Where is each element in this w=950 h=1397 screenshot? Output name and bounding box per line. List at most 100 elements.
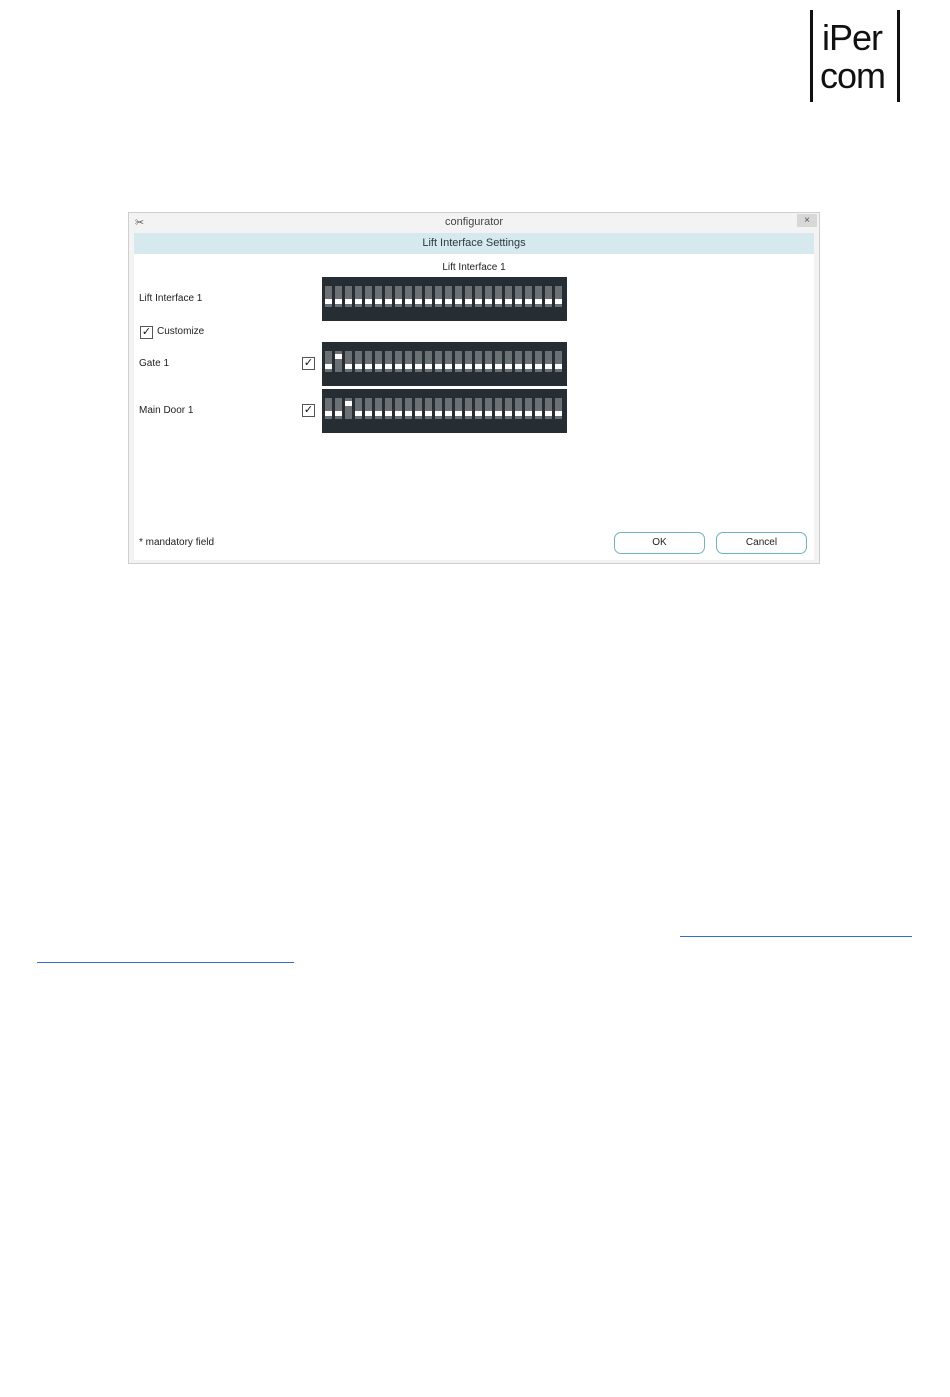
dip-switch-18[interactable]: [495, 286, 502, 307]
dip-switch-5[interactable]: [365, 286, 372, 307]
dip-switch-8[interactable]: [395, 286, 402, 307]
dip-switch-17[interactable]: [485, 398, 492, 419]
dip-switch-10[interactable]: [415, 351, 422, 372]
dip-switch-14[interactable]: [455, 351, 462, 372]
dip-switch-19[interactable]: [505, 286, 512, 307]
switch-knob-off: [475, 364, 482, 369]
dip-switch-9[interactable]: [405, 351, 412, 372]
dip-switch-13[interactable]: [445, 286, 452, 307]
switch-knob-off: [425, 364, 432, 369]
switch-knob-off: [365, 411, 372, 416]
switch-knob-off: [485, 364, 492, 369]
dip-switch-16[interactable]: [475, 286, 482, 307]
switch-knob-off: [555, 364, 562, 369]
mandatory-note: * mandatory field: [139, 537, 215, 548]
dip-switch-12[interactable]: [435, 286, 442, 307]
dip-switch-10[interactable]: [415, 286, 422, 307]
switch-knob-off: [555, 411, 562, 416]
dip-switch-20[interactable]: [515, 398, 522, 419]
dip-switch-16[interactable]: [475, 398, 482, 419]
dip-switch-24[interactable]: [555, 351, 562, 372]
switch-knob-off: [325, 299, 332, 304]
dip-switch-19[interactable]: [505, 351, 512, 372]
main-door-checkbox[interactable]: ✓: [302, 404, 315, 417]
dip-switch-11[interactable]: [425, 398, 432, 419]
dip-switch-8[interactable]: [395, 398, 402, 419]
dip-switch-24[interactable]: [555, 398, 562, 419]
dip-switch-1[interactable]: [325, 398, 332, 419]
switch-knob-off: [355, 411, 362, 416]
dip-switch-16[interactable]: [475, 351, 482, 372]
cancel-button[interactable]: Cancel: [716, 532, 807, 554]
dip-switch-21[interactable]: [525, 351, 532, 372]
dip-switch-2[interactable]: [335, 398, 342, 419]
dip-switch-11[interactable]: [425, 286, 432, 307]
dip-switch-14[interactable]: [455, 398, 462, 419]
dip-switch-4[interactable]: [355, 398, 362, 419]
dip-switch-12[interactable]: [435, 351, 442, 372]
dip-switch-17[interactable]: [485, 351, 492, 372]
close-icon[interactable]: ×: [797, 214, 817, 227]
customize-checkbox[interactable]: ✓: [140, 326, 153, 339]
dip-switch-1[interactable]: [325, 286, 332, 307]
dip-switch-9[interactable]: [405, 286, 412, 307]
dip-switch-11[interactable]: [425, 351, 432, 372]
dip-switch-4[interactable]: [355, 351, 362, 372]
dip-switch-23[interactable]: [545, 351, 552, 372]
dip-switch-2[interactable]: [335, 286, 342, 307]
dip-switch-6[interactable]: [375, 286, 382, 307]
main-door-dip-switch[interactable]: [322, 389, 567, 433]
dip-switch-13[interactable]: [445, 351, 452, 372]
dip-switch-18[interactable]: [495, 398, 502, 419]
switch-knob-off: [535, 364, 542, 369]
dip-switch-3[interactable]: [345, 286, 352, 307]
dip-switch-17[interactable]: [485, 286, 492, 307]
hyperlink-underline[interactable]: [680, 936, 912, 937]
dip-switch-12[interactable]: [435, 398, 442, 419]
dip-switch-20[interactable]: [515, 286, 522, 307]
dip-switch-21[interactable]: [525, 286, 532, 307]
gate-dip-switch[interactable]: [322, 342, 567, 386]
dip-switch-5[interactable]: [365, 351, 372, 372]
dip-switch-21[interactable]: [525, 398, 532, 419]
ok-button[interactable]: OK: [614, 532, 705, 554]
dip-switch-15[interactable]: [465, 286, 472, 307]
gate-checkbox[interactable]: ✓: [302, 357, 315, 370]
switch-knob-off: [385, 299, 392, 304]
dip-switch-20[interactable]: [515, 351, 522, 372]
dip-switch-7[interactable]: [385, 351, 392, 372]
dip-switch-15[interactable]: [465, 351, 472, 372]
dip-switch-18[interactable]: [495, 351, 502, 372]
dip-switch-7[interactable]: [385, 286, 392, 307]
hyperlink-underline-continued[interactable]: [37, 962, 294, 963]
dip-switch-3[interactable]: [345, 398, 352, 419]
switch-knob-off: [415, 411, 422, 416]
dip-switch-23[interactable]: [545, 398, 552, 419]
dip-switch-8[interactable]: [395, 351, 402, 372]
dip-switch-22[interactable]: [535, 398, 542, 419]
dip-switch-5[interactable]: [365, 398, 372, 419]
dip-switch-15[interactable]: [465, 398, 472, 419]
dip-switch-22[interactable]: [535, 286, 542, 307]
lift-interface-dip-switch[interactable]: [322, 277, 567, 321]
switch-knob-off: [405, 411, 412, 416]
dip-switch-22[interactable]: [535, 351, 542, 372]
dip-switch-2[interactable]: [335, 351, 342, 372]
dip-switch-23[interactable]: [545, 286, 552, 307]
switch-knob-off: [415, 364, 422, 369]
dip-switch-4[interactable]: [355, 286, 362, 307]
dip-switch-14[interactable]: [455, 286, 462, 307]
dip-switch-9[interactable]: [405, 398, 412, 419]
dip-switch-3[interactable]: [345, 351, 352, 372]
dip-switch-6[interactable]: [375, 351, 382, 372]
dip-switch-10[interactable]: [415, 398, 422, 419]
switch-knob-off: [525, 364, 532, 369]
dip-switch-6[interactable]: [375, 398, 382, 419]
switch-knob-off: [555, 299, 562, 304]
dip-switch-7[interactable]: [385, 398, 392, 419]
dip-switch-19[interactable]: [505, 398, 512, 419]
switch-knob-off: [465, 299, 472, 304]
dip-switch-13[interactable]: [445, 398, 452, 419]
dip-switch-24[interactable]: [555, 286, 562, 307]
dip-switch-1[interactable]: [325, 351, 332, 372]
